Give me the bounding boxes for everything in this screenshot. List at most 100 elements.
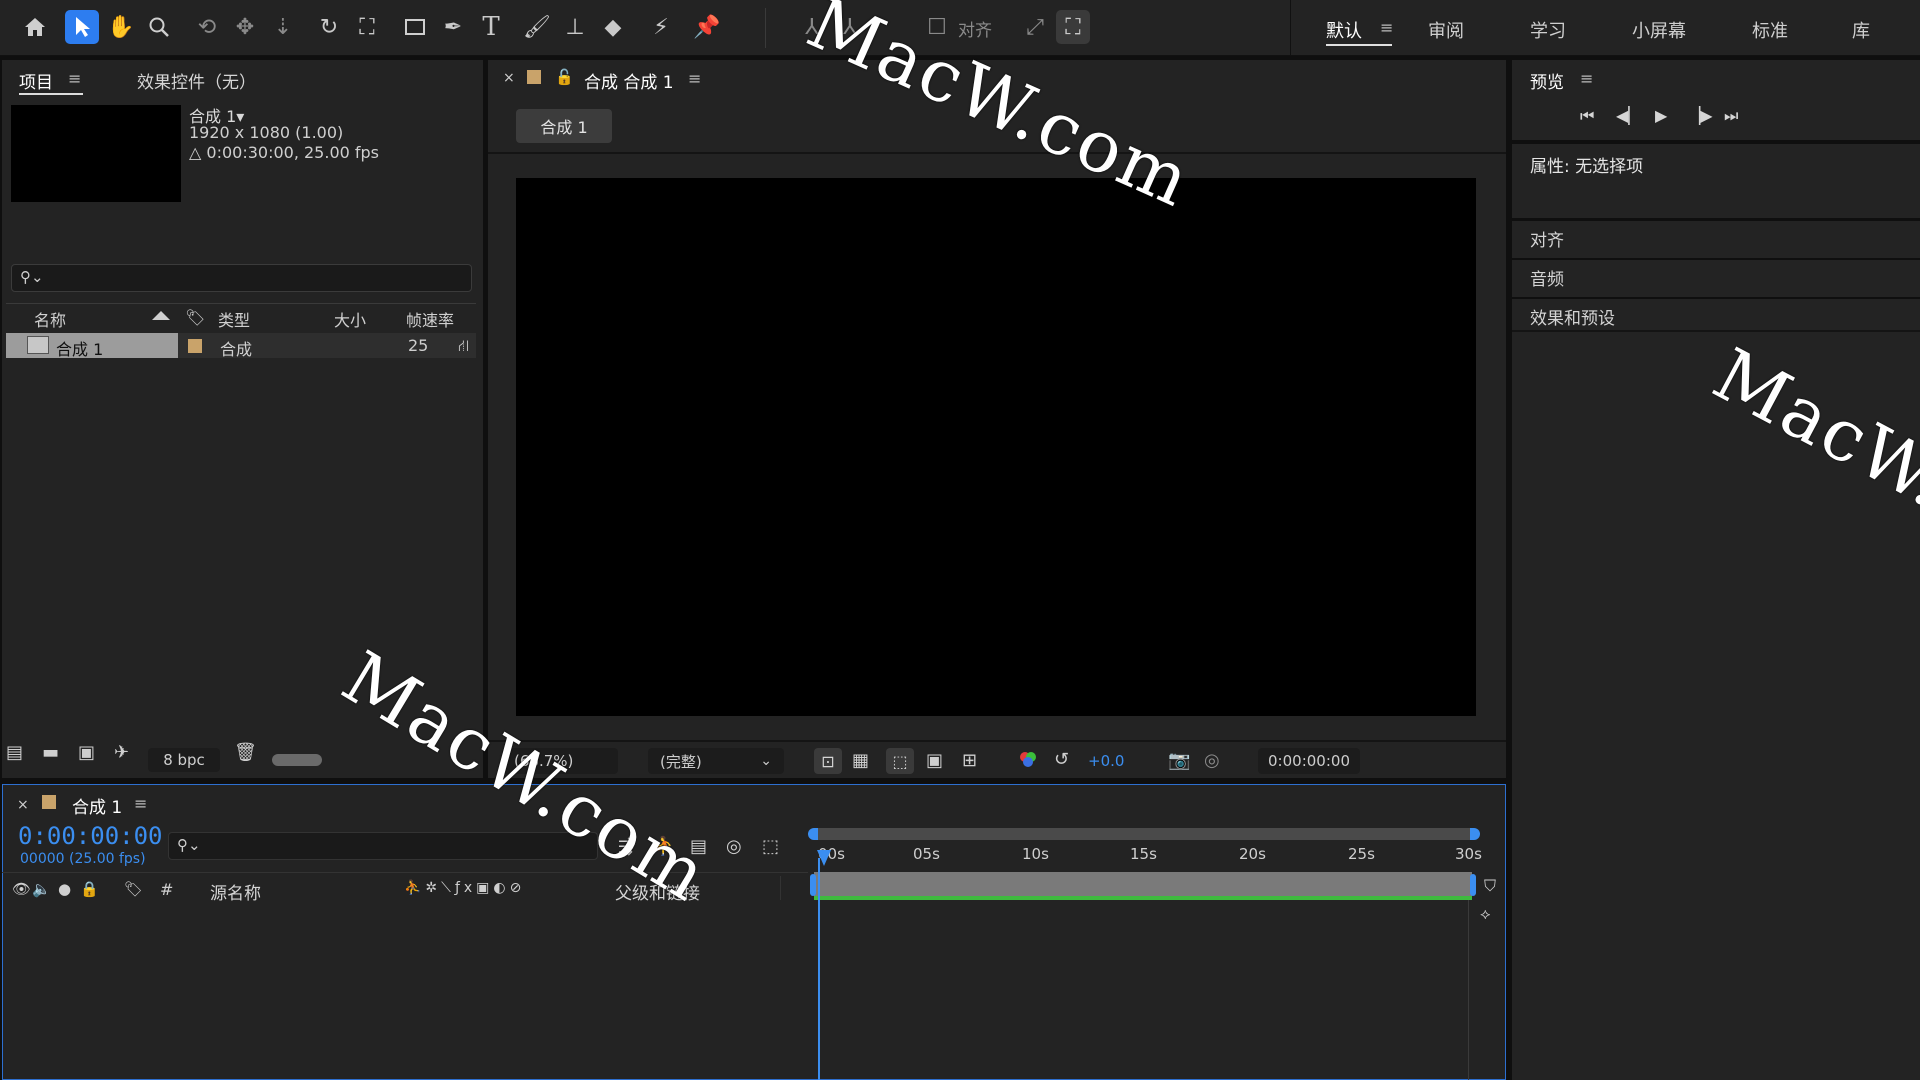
duration-start-handle[interactable] [810, 874, 816, 896]
composition-duration-bar[interactable] [814, 872, 1472, 898]
align-section-title[interactable]: 对齐 [1530, 226, 1564, 251]
thumbnail-size-slider[interactable] [272, 754, 322, 766]
pen-tool-icon[interactable]: ✒ [436, 10, 470, 44]
label-tag-icon[interactable]: 🏷 [185, 308, 205, 327]
timeline-menu-icon[interactable]: ≡ [134, 794, 147, 813]
close-icon[interactable]: × [503, 70, 515, 86]
comp-marker-bin-icon[interactable]: ⛉ [1484, 876, 1496, 896]
effects-presets-title[interactable]: 效果和预设 [1530, 304, 1615, 329]
play-icon[interactable]: ▶ [1655, 106, 1667, 125]
zoom-tool-icon[interactable] [142, 10, 176, 44]
render-queue-icon[interactable]: ✈ [114, 742, 129, 763]
workspace-review[interactable]: 审阅 [1428, 17, 1464, 43]
region-of-interest-icon[interactable]: ▣ [926, 750, 943, 771]
flowchart-icon[interactable]: ⛙ [458, 336, 469, 357]
workspace-library[interactable]: 库 [1852, 17, 1870, 43]
audio-toggle-icon[interactable]: 🔈 [32, 880, 51, 898]
viewer-timecode[interactable]: 0:00:00:00 [1258, 748, 1360, 774]
new-comp-icon[interactable]: ▣ [78, 742, 95, 763]
orbit-camera-icon[interactable]: ⟲ [190, 10, 224, 44]
close-icon[interactable]: × [17, 797, 29, 813]
snap-icon[interactable]: ⤢ [1018, 10, 1052, 44]
playhead-line[interactable] [818, 858, 820, 1080]
project-menu-icon[interactable]: ≡ [68, 69, 81, 88]
clone-stamp-tool-icon[interactable]: ⊥ [558, 10, 592, 44]
mask-visibility-icon[interactable]: ⬚ [886, 748, 914, 774]
column-size[interactable]: 大小 [334, 307, 366, 331]
home-icon[interactable] [18, 10, 52, 44]
label-color-swatch[interactable] [188, 339, 202, 353]
rotate-tool-icon[interactable]: ↻ [312, 10, 346, 44]
video-toggle-icon[interactable]: 👁 [12, 880, 31, 898]
project-search-input[interactable]: ⚲⌄ [11, 264, 472, 292]
puppet-tool-icon[interactable]: 📌 [690, 10, 724, 44]
rectangle-tool-icon[interactable] [398, 10, 432, 44]
workspace-learn[interactable]: 学习 [1530, 17, 1566, 43]
exposure-value[interactable]: +0.0 [1088, 752, 1124, 770]
last-frame-icon[interactable]: ⏭ [1724, 106, 1738, 126]
layer-switches-icons[interactable]: ⛹✲⟍ƒx▣◐⊘ [404, 880, 525, 896]
dolly-camera-icon[interactable]: ⇣ [266, 10, 300, 44]
transparency-grid-icon[interactable]: ▦ [852, 750, 869, 771]
anchor-point-tool-icon[interactable]: ⛶ [350, 10, 384, 44]
motion-blur-icon[interactable]: ◎ [726, 836, 742, 857]
trash-icon[interactable]: 🗑 [234, 742, 257, 763]
audio-section-title[interactable]: 音频 [1530, 265, 1564, 290]
composition-canvas[interactable] [516, 178, 1476, 716]
work-area-bar[interactable] [810, 828, 1476, 840]
column-fps[interactable]: 帧速率 [406, 307, 454, 331]
comp-info-size: 1920 x 1080 (1.00) [189, 123, 344, 142]
timeline-tab-title[interactable]: 合成 1 [72, 793, 122, 818]
fast-previews-icon[interactable]: ⊡ [814, 748, 842, 774]
workspace-default[interactable]: 默认 [1326, 17, 1362, 43]
sort-ascending-icon[interactable] [152, 311, 170, 320]
selection-tool-icon[interactable] [65, 10, 99, 44]
tab-effect-controls[interactable]: 效果控件（无） [137, 68, 256, 93]
duration-end-handle[interactable] [1470, 874, 1476, 896]
bit-depth-button[interactable]: 8 bpc [148, 748, 220, 772]
tab-project[interactable]: 项目 [19, 68, 53, 93]
first-frame-icon[interactable]: ⏮ [1580, 106, 1594, 126]
snapping-toggle-icon[interactable]: ⛶ [1056, 10, 1090, 44]
panel-splitter[interactable] [483, 60, 488, 778]
work-area-start-handle[interactable] [808, 828, 818, 840]
reset-exposure-icon[interactable]: ↺ [1054, 749, 1069, 770]
workspace-menu-icon[interactable]: ≡ [1380, 18, 1393, 37]
source-name-header[interactable]: 源名称 [210, 879, 261, 904]
eraser-tool-icon[interactable]: ◆ [596, 10, 630, 44]
interpret-footage-icon[interactable]: ▤ [6, 742, 23, 763]
comp-panel-menu-icon[interactable]: ≡ [688, 69, 701, 88]
marker-icon[interactable]: ⟡ [1480, 904, 1491, 924]
graph-editor-icon[interactable]: ⬚ [762, 836, 779, 857]
column-name[interactable]: 名称 [34, 307, 66, 331]
preview-title[interactable]: 预览 [1530, 68, 1564, 93]
workspace-small-screen[interactable]: 小屏幕 [1632, 17, 1686, 43]
pan-camera-icon[interactable]: ✥ [228, 10, 262, 44]
workspace-standard[interactable]: 标准 [1752, 17, 1788, 43]
lock-icon[interactable]: 🔓 [555, 68, 574, 86]
label-tag-icon[interactable]: 🏷 [124, 880, 143, 898]
channel-icon[interactable] [1018, 750, 1038, 770]
previous-frame-icon[interactable]: ◀▏ [1616, 106, 1641, 125]
timeline-timecode[interactable]: 0:00:00:00 [18, 822, 163, 850]
comp-label-swatch [42, 795, 56, 809]
comp-breadcrumb-tab[interactable]: 合成 1 [516, 109, 612, 143]
solo-icon[interactable]: ● [58, 880, 71, 898]
grid-guides-icon[interactable]: ⊞ [962, 750, 977, 771]
roto-brush-tool-icon[interactable]: ⚡ [644, 10, 678, 44]
timeline-search-input[interactable]: ⚲⌄ [168, 832, 598, 860]
preview-menu-icon[interactable]: ≡ [1580, 69, 1593, 88]
comp-panel-title[interactable]: 合成 合成 1 [584, 68, 674, 93]
resolution-dropdown[interactable]: (完整) ⌄ [648, 748, 784, 774]
snapshot-camera-icon[interactable]: 📷 [1168, 750, 1190, 771]
lock-icon[interactable]: 🔒 [80, 880, 99, 898]
type-tool-icon[interactable]: T [474, 10, 508, 44]
brush-tool-icon[interactable]: 🖌 [520, 10, 554, 44]
new-folder-icon[interactable]: ▬ [42, 742, 59, 763]
toolbar-divider [765, 8, 766, 48]
next-frame-icon[interactable]: ▕▶ [1688, 106, 1713, 125]
panel-splitter[interactable] [1506, 60, 1512, 1080]
hand-tool-icon[interactable]: ✋ [104, 10, 138, 44]
show-snapshot-icon[interactable]: ◎ [1204, 750, 1220, 771]
column-type[interactable]: 类型 [218, 307, 250, 331]
